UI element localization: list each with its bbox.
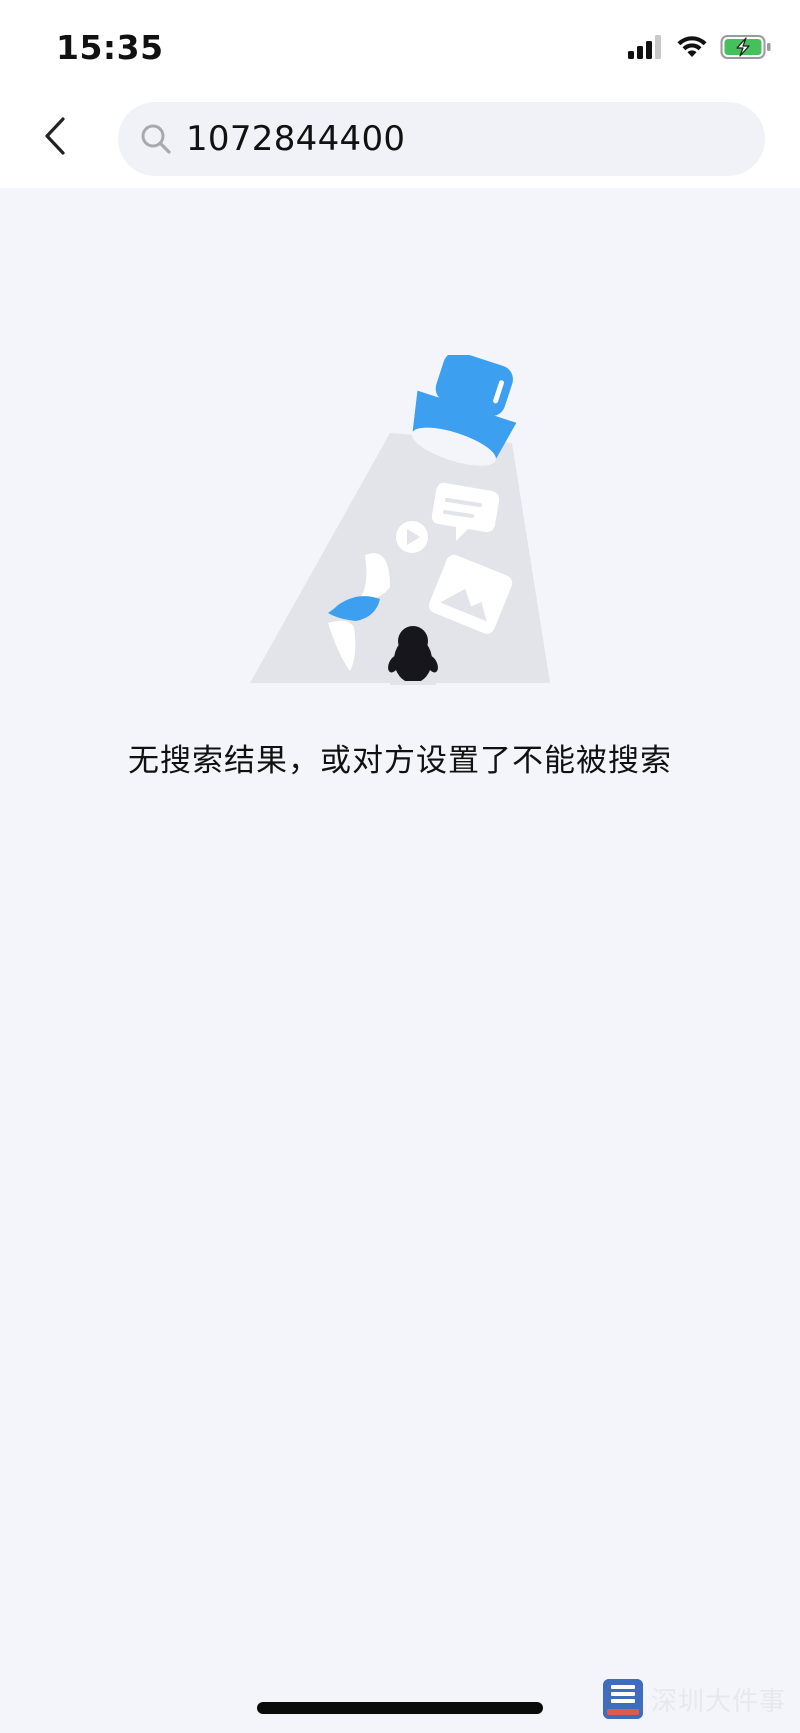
search-input[interactable]: 1072844400 [118,102,765,176]
home-indicator[interactable] [257,1702,543,1714]
status-icons [628,34,772,64]
watermark-logo [602,1679,643,1719]
chevron-left-icon [42,116,68,160]
watermark: 深圳大件事 [602,1679,786,1719]
play-icon [396,521,428,553]
search-results-screen: 15:35 1072844400 无搜索结果，或对方设置了不能被搜索 深圳大件事 [0,0,800,1733]
status-bar: 15:35 [0,0,800,90]
empty-results-message: 无搜索结果，或对方设置了不能被搜索 [128,743,672,779]
battery-charging-icon [720,34,772,64]
search-header: 1072844400 [0,96,800,182]
back-button[interactable] [30,110,80,166]
search-query-text[interactable]: 1072844400 [186,119,405,159]
search-icon [136,119,176,159]
watermark-text: 深圳大件事 [650,1686,786,1717]
cellular-signal-icon [628,35,664,63]
status-time: 15:35 [56,28,164,67]
flashlight-no-results-illustration [240,351,560,685]
wifi-icon [676,35,708,63]
